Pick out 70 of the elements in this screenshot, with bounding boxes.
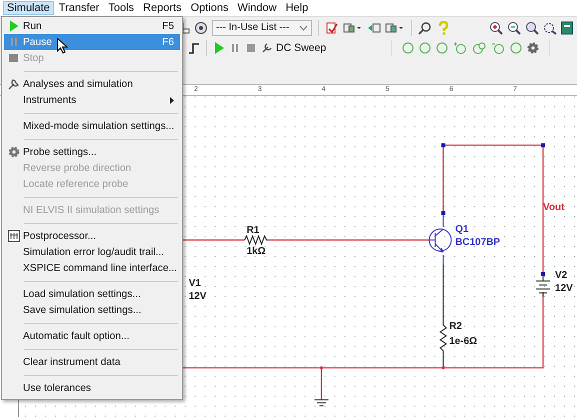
transfer-icon[interactable] xyxy=(367,20,381,34)
step-icon[interactable] xyxy=(188,41,200,55)
pause-icon xyxy=(8,36,18,48)
menu-title[interactable]: Tools xyxy=(104,1,138,15)
menu-item[interactable]: Clear instrument data xyxy=(4,354,180,370)
power-probe-icon[interactable] xyxy=(436,42,448,54)
menu-item[interactable]: Analyses and simulation xyxy=(4,76,180,92)
menu-item[interactable]: Postprocessor... xyxy=(4,228,180,244)
component-value: 1kΩ xyxy=(246,246,266,257)
menu-item[interactable]: Instruments xyxy=(4,92,180,108)
menu-title[interactable]: Transfer xyxy=(54,1,104,15)
probe-label: Vout xyxy=(543,202,564,214)
component-label: R1 xyxy=(246,225,260,236)
menu-title[interactable]: Options xyxy=(186,1,232,15)
menu-title[interactable]: Simulate xyxy=(3,1,54,15)
in-use-list-dropdown[interactable]: --- In-Use List --- xyxy=(212,20,312,36)
export-icon[interactable] xyxy=(343,20,363,34)
zoom-out-icon[interactable] xyxy=(507,20,521,34)
search-icon[interactable] xyxy=(418,20,432,34)
wrench-icon xyxy=(261,42,273,54)
menu-item[interactable]: Automatic fault option... xyxy=(4,328,180,344)
menu-item[interactable]: Mixed-mode simulation settings... xyxy=(4,118,180,134)
menu-item[interactable]: Run F5 xyxy=(4,18,180,34)
mouse-pointer-icon xyxy=(57,38,68,54)
component-value: 12V xyxy=(555,282,573,294)
ground-symbol xyxy=(314,399,329,406)
current-probe-icon[interactable] xyxy=(419,42,431,54)
component-model: BC107BP xyxy=(455,237,500,248)
menu-title[interactable]: Window xyxy=(233,1,281,15)
run-icon xyxy=(8,20,18,32)
junction xyxy=(541,143,546,148)
menu-item[interactable]: Simulation error log/audit trail... xyxy=(4,244,180,260)
menu-item[interactable]: Load simulation settings... xyxy=(4,286,180,302)
database-icon[interactable] xyxy=(194,20,208,34)
voltage-probe-icon[interactable] xyxy=(402,42,414,54)
junction xyxy=(441,143,446,148)
junction xyxy=(442,366,445,370)
menu-title[interactable]: Help xyxy=(282,1,312,15)
differential-probe-icon[interactable] xyxy=(453,42,467,54)
settings-icon xyxy=(8,146,20,158)
resistor-r1 xyxy=(244,234,270,246)
menu-item[interactable]: Save simulation settings... xyxy=(4,302,180,318)
component-label: R2 xyxy=(449,320,462,332)
import-icon[interactable] xyxy=(385,20,405,34)
panel-icon[interactable] xyxy=(561,20,573,34)
zoom-fit-icon[interactable] xyxy=(543,20,557,34)
current-differential-probe-icon[interactable] xyxy=(472,42,486,54)
caret-icon xyxy=(299,24,308,30)
zoom-in-icon[interactable] xyxy=(489,20,503,34)
transistor xyxy=(428,211,452,264)
zoom-area-icon[interactable] xyxy=(525,20,539,34)
settings-icon[interactable] xyxy=(527,42,539,54)
stop-icon xyxy=(8,52,20,64)
junction xyxy=(320,366,323,370)
component-label: V2 xyxy=(555,270,568,281)
menu-item[interactable]: XSPICE command line interface... xyxy=(4,260,180,276)
component-label: V1 xyxy=(188,278,201,289)
battery xyxy=(536,272,551,298)
digital-probe-icon[interactable] xyxy=(510,42,522,54)
grid-icon xyxy=(8,230,20,242)
menu-item[interactable]: Use tolerances xyxy=(4,380,180,396)
wrench-icon xyxy=(8,78,20,90)
component-value: 12V xyxy=(188,290,206,302)
component-value: 1e-6Ω xyxy=(449,336,478,347)
component-label: Q1 xyxy=(455,224,469,236)
menu-item[interactable]: Probe settings... xyxy=(4,144,180,160)
reference-probe-icon[interactable] xyxy=(491,42,505,54)
analysis-button[interactable]: DC Sweep xyxy=(261,42,371,54)
menu-title[interactable]: Reports xyxy=(139,1,186,15)
check-icon[interactable] xyxy=(325,20,339,34)
